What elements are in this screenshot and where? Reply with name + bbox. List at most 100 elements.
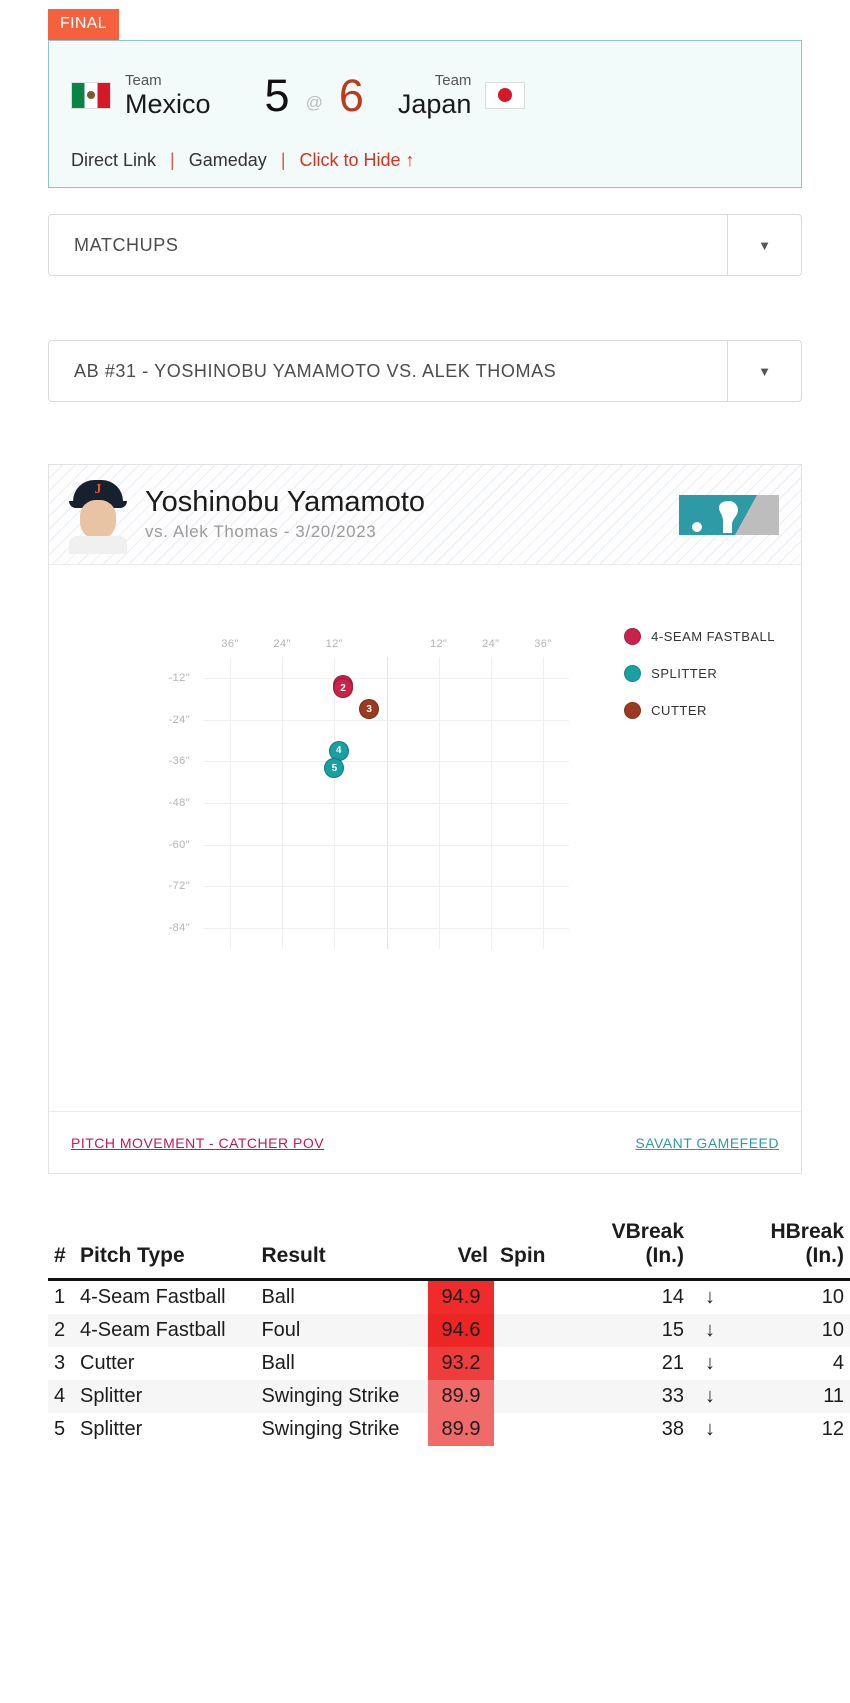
cell-number: 5 (54, 1418, 66, 1440)
col-hbreak-line2: (In.) (805, 1244, 844, 1267)
player-headshot (67, 478, 129, 554)
card-header: Yoshinobu Yamamoto vs. Alek Thomas - 3/2… (49, 465, 801, 565)
link-separator-1: | (170, 150, 175, 170)
cell-pitch-type: 4-Seam Fastball (80, 1319, 226, 1341)
click-to-hide-link[interactable]: Click to Hide ↑ (300, 150, 415, 170)
cell-number: 1 (54, 1286, 66, 1308)
cell-velocity: 89.9 (428, 1380, 494, 1413)
down-arrow-icon: ↓ (705, 1286, 715, 1308)
away-team-label: Team (125, 71, 162, 89)
cell-hbreak: 11 (823, 1385, 844, 1407)
cell-vbreak: 33 (661, 1385, 684, 1407)
home-team-score: 6 (338, 69, 364, 121)
cell-hbreak: 12 (821, 1418, 844, 1440)
face-shape (80, 499, 116, 540)
cell-pitch-type: Splitter (80, 1418, 143, 1440)
y-axis-tick-label: -36" (168, 755, 190, 768)
down-arrow-icon: ↓ (705, 1418, 715, 1440)
chevron-down-icon[interactable]: ▼ (727, 215, 801, 275)
table-row[interactable]: 2 4-Seam Fastball Foul 94.6 15 ↓ 10 (48, 1314, 850, 1347)
gridline-horizontal (204, 761, 569, 763)
cell-spin (494, 1380, 570, 1413)
pitch-movement-label[interactable]: PITCH MOVEMENT - CATCHER POV (71, 1135, 324, 1151)
at-symbol: @ (305, 93, 323, 112)
pitch-data-point[interactable]: 3 (359, 699, 380, 720)
cell-number: 3 (54, 1352, 66, 1374)
link-separator-2: | (280, 150, 286, 170)
chart-legend: 4-SEAM FASTBALL SPLITTER CUTTER (624, 628, 775, 739)
x-axis-tick-label: 36" (534, 638, 552, 650)
japan-flag-icon (485, 81, 526, 109)
card-footer: PITCH MOVEMENT - CATCHER POV SAVANT GAME… (49, 1111, 801, 1173)
y-axis-tick-label: -12" (168, 671, 190, 684)
gridline-horizontal (204, 928, 569, 930)
col-arrow-spacer (690, 1220, 730, 1281)
jersey-shape (69, 535, 127, 554)
pitch-movement-chart: 4-SEAM FASTBALL SPLITTER CUTTER 12345 36" 2… (49, 565, 801, 1111)
gameday-link[interactable]: Gameday (189, 150, 267, 170)
cell-number: 2 (54, 1319, 66, 1341)
cell-spin (494, 1413, 570, 1446)
col-spin: Spin (494, 1220, 570, 1281)
legend-item[interactable]: SPLITTER (624, 665, 775, 682)
cell-result: Ball (261, 1286, 295, 1308)
table-row[interactable]: 3 Cutter Ball 93.2 21 ↓ 4 (48, 1347, 850, 1380)
page-root: FINAL Team Mexico 5 @ 6 Team Japan Direc… (0, 0, 850, 1446)
direct-link[interactable]: Direct Link (71, 150, 156, 170)
home-team-name: Japan (397, 88, 472, 119)
x-axis-tick-label: 24" (273, 638, 291, 650)
gridline-horizontal (204, 677, 569, 679)
card-header-text: Yoshinobu Yamamoto vs. Alek Thomas - 3/2… (145, 487, 425, 541)
scoreboard[interactable]: Team Mexico 5 @ 6 Team Japan Direct Link… (48, 40, 802, 188)
mlb-logo (679, 495, 779, 535)
col-hbreak-line1: HBreak (770, 1220, 844, 1243)
y-axis-tick-label: -72" (168, 880, 190, 893)
table-row[interactable]: 4 Splitter Swinging Strike 89.9 33 ↓ 11 (48, 1380, 850, 1413)
matchups-select-value: MATCHUPS (74, 234, 179, 255)
cell-hbreak: 10 (821, 1319, 844, 1341)
gridline-horizontal (204, 803, 569, 804)
x-axis-tick-label: 24" (482, 638, 500, 650)
pitch-table: # Pitch Type Result Vel Spin VBreak (In.… (48, 1220, 850, 1446)
cell-vbreak: 15 (661, 1319, 684, 1341)
chevron-down-icon[interactable]: ▼ (727, 341, 801, 401)
col-pitch-type: Pitch Type (74, 1220, 256, 1281)
col-vel: Vel (428, 1220, 494, 1281)
gridline-horizontal (204, 844, 569, 846)
y-axis-tick-label: -84" (168, 922, 190, 935)
legend-color-swatch (624, 665, 642, 682)
matchups-select[interactable]: MATCHUPS ▼ (48, 214, 802, 276)
cell-velocity: 94.9 (428, 1279, 494, 1314)
pitch-data-point[interactable]: 2 (333, 678, 354, 699)
col-result: Result (255, 1220, 428, 1281)
col-vbreak-line2: (In.) (645, 1244, 684, 1267)
at-bat-select-value: AB #31 - YOSHINOBU YAMAMOTO VS. ALEK THO… (74, 360, 557, 381)
cell-result: Ball (261, 1352, 295, 1374)
cell-result: Swinging Strike (261, 1418, 400, 1440)
legend-item[interactable]: CUTTER (624, 702, 775, 719)
scoreboard-links: Direct Link | Gameday | Click to Hide ↑ (71, 150, 415, 171)
legend-label: CUTTER (651, 703, 707, 718)
legend-item[interactable]: 4-SEAM FASTBALL (624, 628, 775, 645)
table-row[interactable]: 1 4-Seam Fastball Ball 94.9 14 ↓ 10 (48, 1279, 850, 1314)
y-axis-tick-label: -24" (168, 713, 190, 726)
pitch-table-body: 1 4-Seam Fastball Ball 94.9 14 ↓ 10 2 4-Seam Fas… (48, 1279, 850, 1446)
cell-pitch-type: Splitter (80, 1385, 143, 1407)
cell-velocity: 94.6 (428, 1314, 494, 1347)
savant-gamefeed-link[interactable]: SAVANT GAMEFEED (635, 1135, 779, 1151)
col-number: # (48, 1220, 74, 1281)
x-axis-tick-label: 12" (429, 638, 448, 650)
player-name: Yoshinobu Yamamoto (145, 486, 426, 519)
away-team-score: 5 (264, 69, 290, 121)
legend-color-swatch (624, 702, 642, 719)
down-arrow-icon: ↓ (705, 1385, 715, 1407)
home-team-block: Team Japan (398, 73, 472, 118)
at-bat-select[interactable]: AB #31 - YOSHINOBU YAMAMOTO VS. ALEK THO… (48, 340, 802, 402)
cell-spin (494, 1314, 570, 1347)
matchup-subtitle: vs. Alek Thomas - 3/20/2023 (145, 521, 377, 541)
legend-color-swatch (624, 628, 642, 645)
table-row[interactable]: 5 Splitter Swinging Strike 89.9 38 ↓ 12 (48, 1413, 850, 1446)
pitch-data-point[interactable]: 5 (324, 758, 345, 779)
final-status-badge: FINAL (48, 9, 119, 40)
cell-vbreak: 14 (661, 1286, 684, 1308)
